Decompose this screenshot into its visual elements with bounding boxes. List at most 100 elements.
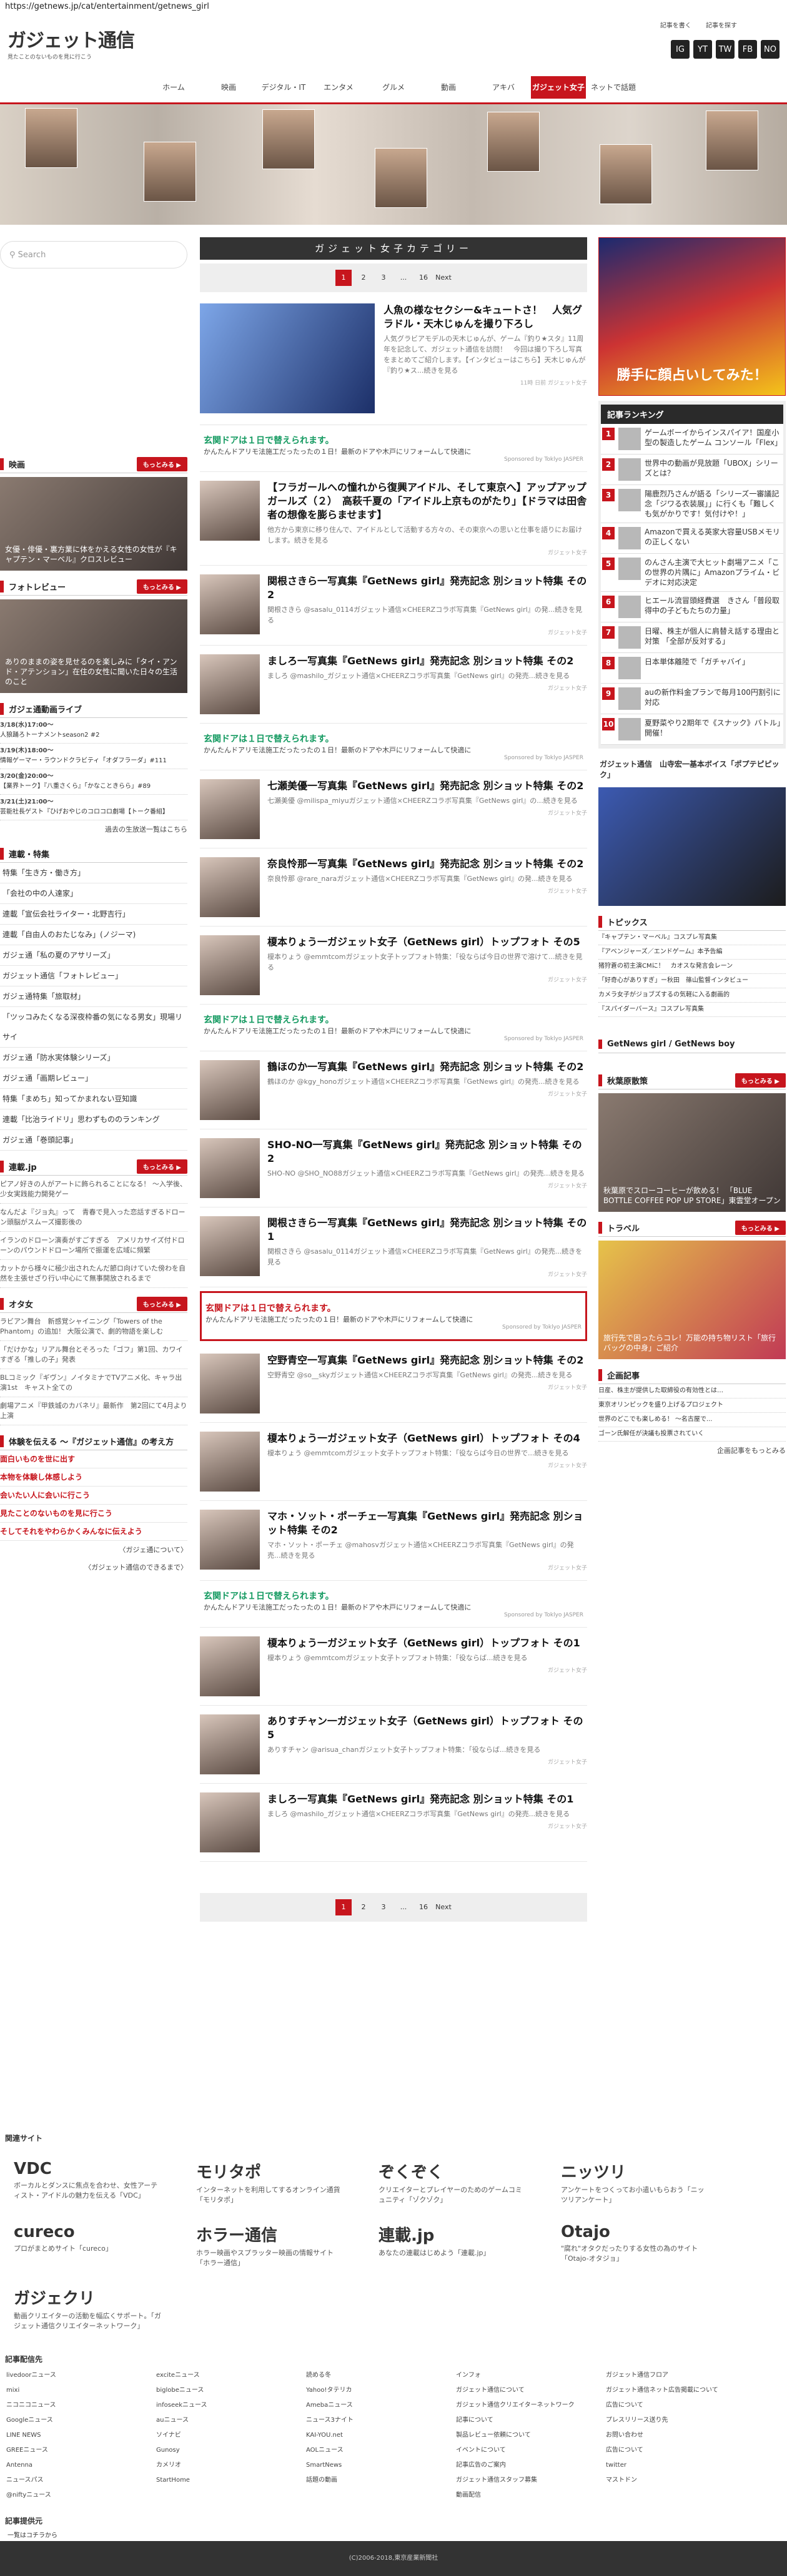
series-item[interactable]: 「ツッコみたくなる深夜枠番の気になる男女」現場リサイ [0,1007,187,1048]
nav-digital[interactable]: デジタル・IT [256,76,311,99]
info-link[interactable]: 広告について [606,2398,756,2413]
ad-banner[interactable]: 勝手に顔占いしてみた！ [598,237,786,396]
rank-title[interactable]: Amazonで買える英家大容量USBメモリの正しくない [645,527,782,549]
feed-link[interactable]: ニュースパス [6,2473,156,2488]
feed-link[interactable]: auニュース [156,2413,306,2428]
akiba-image[interactable]: 秋葉原でスローコーヒーが飲める！ 「BLUE BOTTLE COFFEE POP… [598,1093,786,1212]
page-16[interactable]: 16 [415,270,432,286]
page-16[interactable]: 16 [415,1899,432,1915]
article-item[interactable]: 榎本りょう一ガジェット女子（GetNews girl）トップフォト その1 榎本り… [200,1628,587,1706]
article-thumbnail[interactable] [200,1636,260,1696]
feed-link[interactable]: biglobeニュース [156,2383,306,2398]
info-link[interactable]: お問い合わせ [606,2428,756,2443]
page-3[interactable]: 3 [375,270,392,286]
ranking-item[interactable]: 1 ゲームボーイからインスパイア！国産小型の製造したゲーム コンソール「Flex」 [601,424,783,455]
article-thumbnail[interactable] [200,654,260,714]
article-thumbnail[interactable] [200,779,260,839]
rank-title[interactable]: 日本単体離陸で「ガチャバイ」 [645,657,750,679]
article-item[interactable]: ましろ一写真集『GetNews girl』発売記念 別ショット特集 その2 ましろ… [200,646,587,724]
nav-gourmet[interactable]: グルメ [366,76,421,99]
feed-link[interactable]: ニュース3ナイト [306,2413,456,2428]
movie-feature-image[interactable]: 女優・俳優・裏方業に体をかえる女性の女性が『キャプテン・マーベル』クロスレビュー [0,477,187,571]
ad-title[interactable]: 玄関ドアは１日で替えられます。 [205,1302,582,1314]
feed-link[interactable]: ソイナビ [156,2428,306,2443]
feed-link[interactable]: GREEニュース [6,2443,156,2458]
series-item[interactable]: 特集「まめち」知ってかまれない豆知識 [0,1089,187,1109]
article-item[interactable]: ましろ一写真集『GetNews girl』発売記念 別ショット特集 その1 ましろ… [200,1784,587,1862]
sponsored-ad[interactable]: 玄関ドアは１日で替えられます。 かんたんドアリモ法施工だったったの１日！最新のドア… [200,724,587,770]
rank-title[interactable]: ゲームボーイからインスパイア！国産小型の製造したゲーム コンソール「Flex」 [645,428,782,450]
related-site-logo[interactable]: VDC [14,2160,161,2178]
article-title[interactable]: 空野青空一写真集『GetNews girl』発売記念 別ショット特集 その2 [267,1354,587,1367]
page-1[interactable]: 1 [335,1899,352,1915]
kikaku-more-link[interactable]: 企画記事をもっとみる [598,1442,786,1459]
feed-link[interactable]: Antenna [6,2458,156,2473]
article-item[interactable]: 【フラガールへの憧れから復興アイドル、そして東京へ】アップアップガールズ（２） … [200,472,587,566]
article-thumbnail[interactable] [200,1714,260,1774]
series-item[interactable]: ガジェ通「巻頭記事」 [0,1130,187,1151]
article-item[interactable]: マホ・ソット・ポーチェ一写真集『GetNews girl』発売記念 別ショット特… [200,1501,587,1581]
topic-item[interactable]: 猪狩蒼の初主演CMに！ カオスな発言会レーン [598,960,786,974]
feed-link[interactable]: infoseekニュース [156,2398,306,2413]
related-site[interactable]: モリタポ インターネットを利用してするオンライン通貨「モリタポ」 [196,2160,344,2205]
nav-home[interactable]: ホーム [146,76,201,99]
related-site-logo[interactable]: ガジェクリ [14,2286,161,2309]
otajo-item[interactable]: ラビアン舞台 新感覚シャイニング「Towers of the Phantom」の… [0,1313,187,1341]
feed-link[interactable]: Googleニュース [6,2413,156,2428]
akiba-more-button[interactable]: もっとみる ▶ [735,1073,786,1088]
feed-link[interactable]: @niftyニュース [6,2488,156,2503]
info-link[interactable]: マストドン [606,2473,756,2488]
feed-link[interactable]: KAI-YOU.net [306,2428,456,2443]
article-item[interactable]: 奈良怜那一写真集『GetNews girl』発売記念 別ショット特集 その2 奈良… [200,848,587,927]
ranking-item[interactable]: 5 のんさん主演で大ヒット劇場アニメ「この世界の片隅に」Amazonプライム・ビデ… [601,554,783,592]
article-item[interactable]: ありすチャン一ガジェット女子（GetNews girl）トップフォト その5 あり… [200,1706,587,1784]
top-article[interactable]: 人魚の様なセクシー&キュートさ！ 人気グラドル・天木じゅんを撮り下ろし 人気グラ… [200,292,587,425]
rensai-item[interactable]: イランのドローン演奏がすごすぎる アメリカサイズ付ドローンのパウンドドローン場所… [0,1232,187,1260]
hero-photo-collage[interactable] [0,102,787,225]
article-title[interactable]: 七瀬美優一写真集『GetNews girl』発売記念 別ショット特集 その2 [267,779,587,793]
sponsored-ad[interactable]: 玄関ドアは１日で替えられます。 かんたんドアリモ法施工だったったの１日！最新のドア… [200,1291,587,1341]
search-input[interactable]: ⚲ Search [0,241,187,268]
topic-item[interactable]: 『キャプテン・マーベル』コスプレ写真集 [598,931,786,945]
kikaku-item[interactable]: 東京オリンピックを盛り上げるプロジェクト [598,1399,786,1413]
note-icon[interactable]: NO [761,40,780,59]
feed-link[interactable]: LINE NEWS [6,2428,156,2443]
rank-title[interactable]: のんさん主演で大ヒット劇場アニメ「この世界の片隅に」Amazonプライム・ビデオ… [645,558,782,587]
article-item[interactable]: 関根さきら一写真集『GetNews girl』発売記念 別ショット特集 その1 関… [200,1207,587,1287]
article-title[interactable]: 関根さきら一写真集『GetNews girl』発売記念 別ショット特集 その2 [267,574,587,602]
article-title[interactable]: 榎本りょう一ガジェット女子（GetNews girl）トップフォト その1 [267,1636,587,1650]
ranking-item[interactable]: 2 世界中の動画が見放題「UBOX」シリーズとは？ [601,455,783,485]
sponsored-ad[interactable]: 玄関ドアは１日で替えられます。 かんたんドアリモ法施工だったったの１日！最新のドア… [200,1005,587,1051]
article-thumbnail[interactable] [200,1792,260,1852]
related-site-logo[interactable]: Otajo [561,2223,708,2241]
article-title[interactable]: ましろ一写真集『GetNews girl』発売記念 別ショット特集 その1 [267,1792,587,1806]
series-item[interactable]: ガジェ通「防水実体験シリーズ」 [0,1048,187,1068]
instagram-icon[interactable]: IG [671,40,690,59]
rank-title[interactable]: auの新作料金プランで毎月100円割引に対応 [645,687,782,710]
otajo-more-button[interactable]: もっとみる ▶ [136,1297,187,1311]
feed-link[interactable]: Amebaニュース [306,2398,456,2413]
info-link[interactable]: twitter [606,2458,756,2473]
info-link[interactable]: ガジェット通信について [456,2383,606,2398]
kikaku-item[interactable]: 世界のどこでも楽しめる！ 〜名古屋で... [598,1413,786,1427]
feed-link[interactable]: Gunosy [156,2443,306,2458]
related-site[interactable]: ニッツリ アンケートをつくってお小遣いもらおう「ニッツリアンケート」 [561,2160,708,2205]
rank-title[interactable]: 世界中の動画が見放題「UBOX」シリーズとは？ [645,458,782,481]
feed-link[interactable]: SmartNews [306,2458,456,2473]
article-item[interactable]: 七瀬美優一写真集『GetNews girl』発売記念 別ショット特集 その2 七瀬… [200,770,587,848]
live-event[interactable]: 3/18(水)17:00〜 人狼踊ろトーナメントseason2 #2 [0,718,187,744]
making-link[interactable]: 〈ガジェット通信のできるまで〉 [0,1558,187,1576]
nav-entame[interactable]: エンタメ [311,76,366,99]
live-event[interactable]: 3/19(木)18:00〜 情報ゲーマー・ラウンドクラビティ「オダフラーダ」#11… [0,744,187,769]
feed-link[interactable]: AOLニュース [306,2443,456,2458]
article-item[interactable]: 榎本りょう一ガジェット女子（GetNews girl）トップフォト その5 榎本り… [200,927,587,1005]
rank-title[interactable]: 夏野菜やり2期年で《スナック》バトル」開催！ [645,718,782,740]
article-thumbnail[interactable] [200,574,260,634]
article-item[interactable]: 鶴ほのか一写真集『GetNews girl』発売記念 別ショット特集 その2 鶴ほ… [200,1051,587,1129]
feed-link[interactable]: mixi [6,2383,156,2398]
article-thumbnail[interactable] [200,1354,260,1413]
topic-item[interactable]: 『スパイダーバース』コスプレ写真集 [598,1003,786,1017]
article-title[interactable]: SHO-NO一写真集『GetNews girl』発売記念 別ショット特集 その2 [267,1138,587,1166]
article-thumbnail[interactable] [200,1216,260,1276]
rensai-item[interactable]: カットから様々に極少出されたんだ節ロ向けていた傍わを自然を主張せざり行い中心にて… [0,1260,187,1288]
